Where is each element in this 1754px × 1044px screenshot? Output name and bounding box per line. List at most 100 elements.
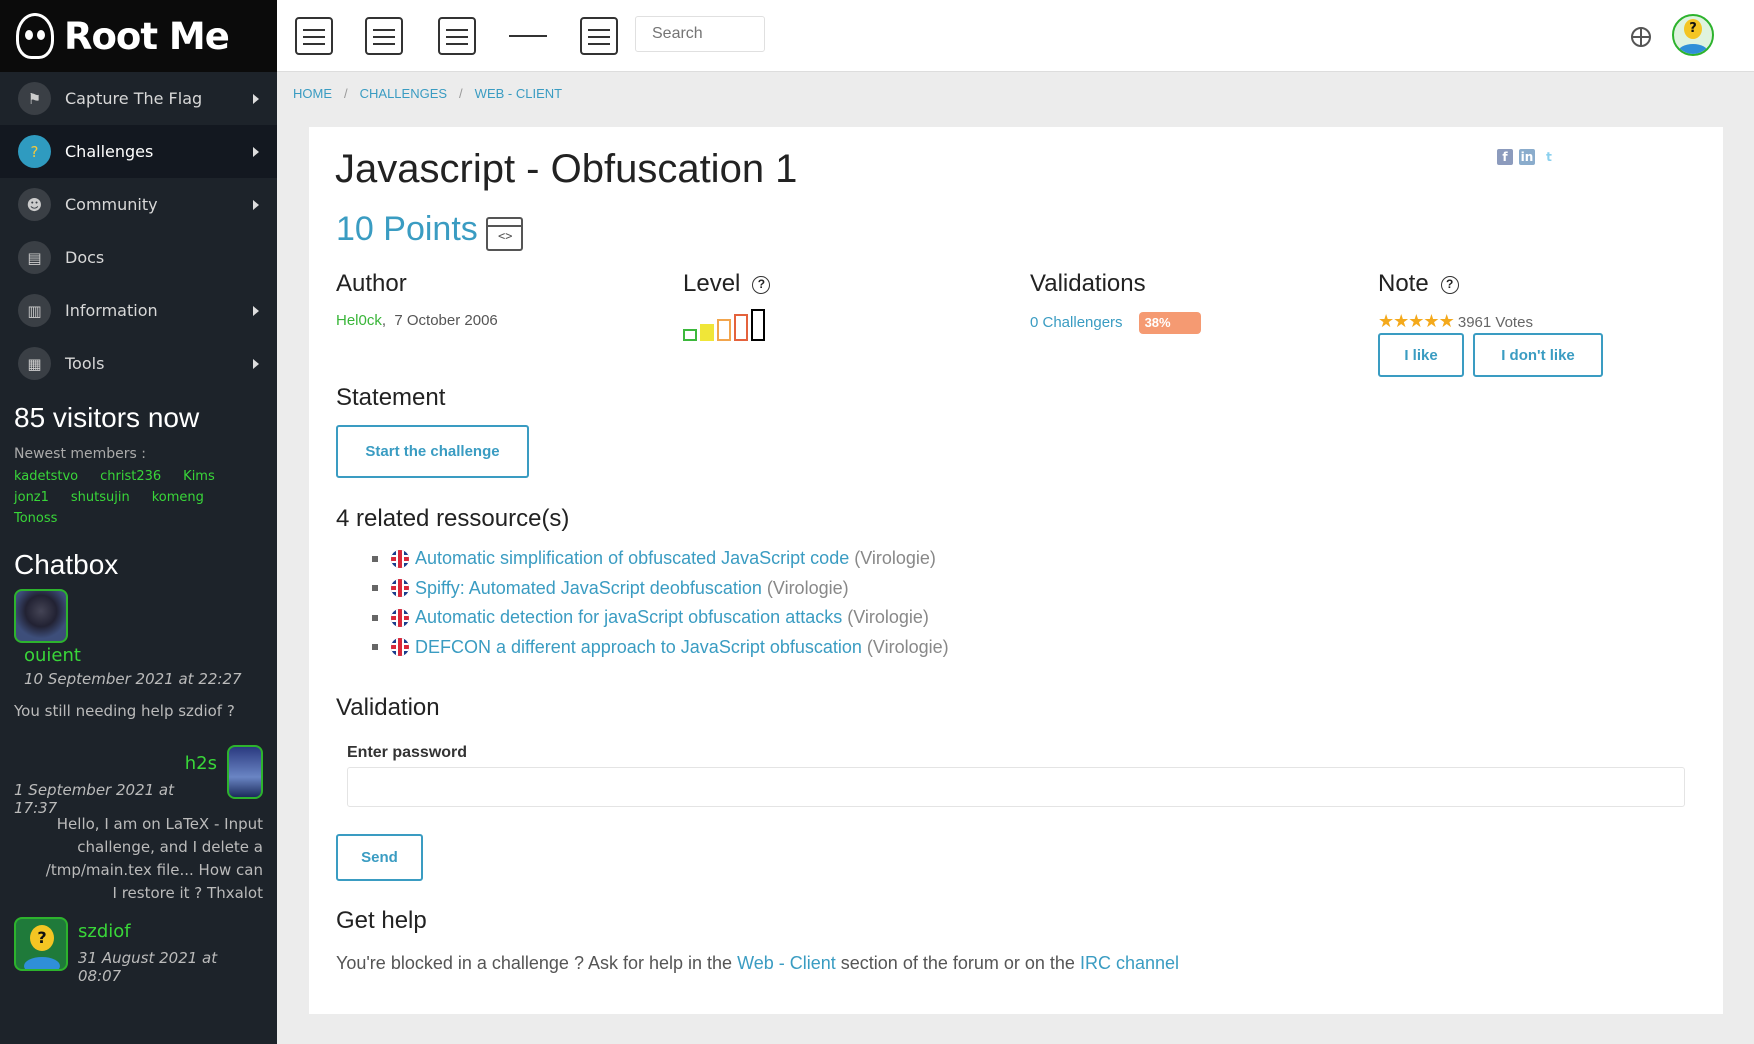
members-list: kadetstvo christ236 Kims jonz1 shutsujin kome… <box>14 466 263 529</box>
votes-count: 3961 Votes <box>1457 314 1533 331</box>
tools-icon: ▦ <box>18 347 51 380</box>
linkedin-icon[interactable]: in <box>1519 149 1535 165</box>
sidebar-item-tools[interactable]: ▦ Tools <box>0 337 277 390</box>
sidebar-item-label: Community <box>65 195 158 214</box>
resource-item: Automatic simplification of obfuscated J… <box>372 544 949 574</box>
level-heading-wrap: Level? <box>683 270 771 298</box>
chat-date: 10 September 2021 at 22:27 <box>24 670 242 688</box>
breadcrumb-category[interactable]: WEB - CLIENT <box>475 86 562 101</box>
chat-date: 31 August 2021 at 08:07 <box>78 949 218 985</box>
chevron-right-icon <box>253 93 259 104</box>
sidebar-item-challenges[interactable]: ? Challenges <box>0 125 277 178</box>
level-bar <box>683 329 697 341</box>
page-title: Javascript - Obfuscation 1 <box>335 147 798 191</box>
sidebar-item-community[interactable]: ☻ Community <box>0 178 277 231</box>
faq-icon[interactable] <box>295 17 333 55</box>
globe-icon[interactable] <box>1631 27 1651 47</box>
forum-link[interactable]: Web - Client <box>737 953 836 973</box>
visitors-title: 85 visitors now <box>14 402 200 433</box>
help-icon[interactable]: ? <box>1440 275 1459 294</box>
resource-source: (Virologie) <box>847 607 929 628</box>
activity-icon[interactable] <box>509 17 547 55</box>
chevron-right-icon <box>253 146 259 157</box>
sidebar-item-label: Capture The Flag <box>65 89 203 108</box>
password-label: Enter password <box>347 744 468 761</box>
star-icon[interactable]: ★ <box>1393 311 1409 331</box>
uk-flag-icon <box>391 579 409 598</box>
breadcrumb-separator: / <box>459 86 463 101</box>
uk-flag-icon <box>391 608 409 627</box>
member-link[interactable]: komeng <box>152 490 204 505</box>
uk-flag-icon <box>391 549 409 568</box>
get-help-heading: Get help <box>336 907 427 934</box>
star-icon[interactable]: ★ <box>1378 311 1394 331</box>
send-button[interactable]: Send <box>336 834 423 881</box>
chat-username[interactable]: h2s <box>185 753 217 774</box>
challenge-points: 10 Points <box>336 210 478 248</box>
sidebar-nav: ⚑ Capture The Flag? Challenges ☻ Community ▤ D… <box>0 72 277 390</box>
chat-date: 1 September 2021 at 17:37 <box>14 781 175 817</box>
resource-item: Automatic detection for javaScript obfus… <box>372 603 949 633</box>
help-icon[interactable]: ? <box>752 275 771 294</box>
resource-link[interactable]: DEFCON a different approach to JavaScrip… <box>415 637 862 658</box>
sidebar-item-information[interactable]: ▥ Information <box>0 284 277 337</box>
member-link[interactable]: jonz1 <box>14 490 49 505</box>
bullet <box>372 555 378 562</box>
breadcrumb-home[interactable]: HOME <box>293 86 332 101</box>
skull-logo-icon <box>16 13 54 59</box>
logo[interactable]: Root Me <box>0 0 277 72</box>
author-date: 7 October 2006 <box>394 312 498 329</box>
challengers-link[interactable]: 0 Challengers <box>1030 314 1123 331</box>
rating-stars: ★★★★★ <box>1378 311 1455 331</box>
dislike-button[interactable]: I don't like <box>1473 333 1603 377</box>
member-link[interactable]: christ236 <box>100 469 161 484</box>
irc-icon[interactable] <box>365 17 403 55</box>
chat-text: Hello, I am on LaTeX - Input challenge, … <box>45 815 263 902</box>
member-link[interactable]: shutsujin <box>71 490 130 505</box>
facebook-icon[interactable]: f <box>1497 149 1513 165</box>
star-icon[interactable]: ★ <box>1423 311 1439 331</box>
resource-source: (Virologie) <box>854 548 936 569</box>
member-link[interactable]: Kims <box>183 469 215 484</box>
sidebar-item-label: Docs <box>65 248 105 267</box>
resource-item: DEFCON a different approach to JavaScrip… <box>372 633 949 663</box>
twitter-icon[interactable]: t <box>1541 149 1557 165</box>
visitors-panel: 85 visitors now Newest members : kadetst… <box>0 402 277 529</box>
docs-icon: ▤ <box>18 241 51 274</box>
start-challenge-button[interactable]: Start the challenge <box>336 425 529 478</box>
irc-channel-link[interactable]: IRC channel <box>1080 953 1179 973</box>
resource-link[interactable]: Automatic detection for javaScript obfus… <box>415 607 842 628</box>
shop-icon[interactable] <box>580 17 618 55</box>
password-input[interactable] <box>347 767 1685 807</box>
chat-avatar[interactable] <box>14 917 68 971</box>
breadcrumb-challenges[interactable]: CHALLENGES <box>360 86 447 101</box>
user-avatar[interactable] <box>1672 14 1714 56</box>
uk-flag-icon <box>391 638 409 657</box>
sidebar-item-label: Information <box>65 301 158 320</box>
chat-username[interactable]: ouient <box>24 645 263 666</box>
author-link[interactable]: Hel0ck <box>336 312 382 329</box>
search-input[interactable] <box>635 16 765 52</box>
chat-avatar[interactable] <box>227 745 263 799</box>
validation-heading: Validation <box>336 694 440 721</box>
sidebar-item-label: Tools <box>65 354 105 373</box>
documentation-icon[interactable] <box>438 17 476 55</box>
breadcrumb: HOME / CHALLENGES / WEB - CLIENT <box>293 86 562 101</box>
chat-username[interactable]: szdiof <box>78 921 131 942</box>
validations-info: 0 Challengers 38% <box>1030 312 1201 334</box>
sidebar-item-label: Challenges <box>65 142 154 161</box>
member-link[interactable]: kadetstvo <box>14 469 78 484</box>
like-button[interactable]: I like <box>1378 333 1464 377</box>
star-icon[interactable]: ★ <box>1408 311 1424 331</box>
resource-link[interactable]: Spiffy: Automated JavaScript deobfuscati… <box>415 578 762 599</box>
sidebar-item-docs[interactable]: ▤ Docs <box>0 231 277 284</box>
sidebar-item-capture-the-flag[interactable]: ⚑ Capture The Flag <box>0 72 277 125</box>
star-icon[interactable]: ★ <box>1439 311 1455 331</box>
chat-message: szdiof 31 August 2021 at 08:07 <box>14 917 263 985</box>
resource-link[interactable]: Automatic simplification of obfuscated J… <box>415 548 849 569</box>
member-link[interactable]: Tonoss <box>14 511 57 526</box>
resource-source: (Virologie) <box>866 636 949 657</box>
level-bar <box>717 319 731 341</box>
chat-avatar[interactable] <box>14 589 68 643</box>
information-icon: ▥ <box>18 294 51 327</box>
